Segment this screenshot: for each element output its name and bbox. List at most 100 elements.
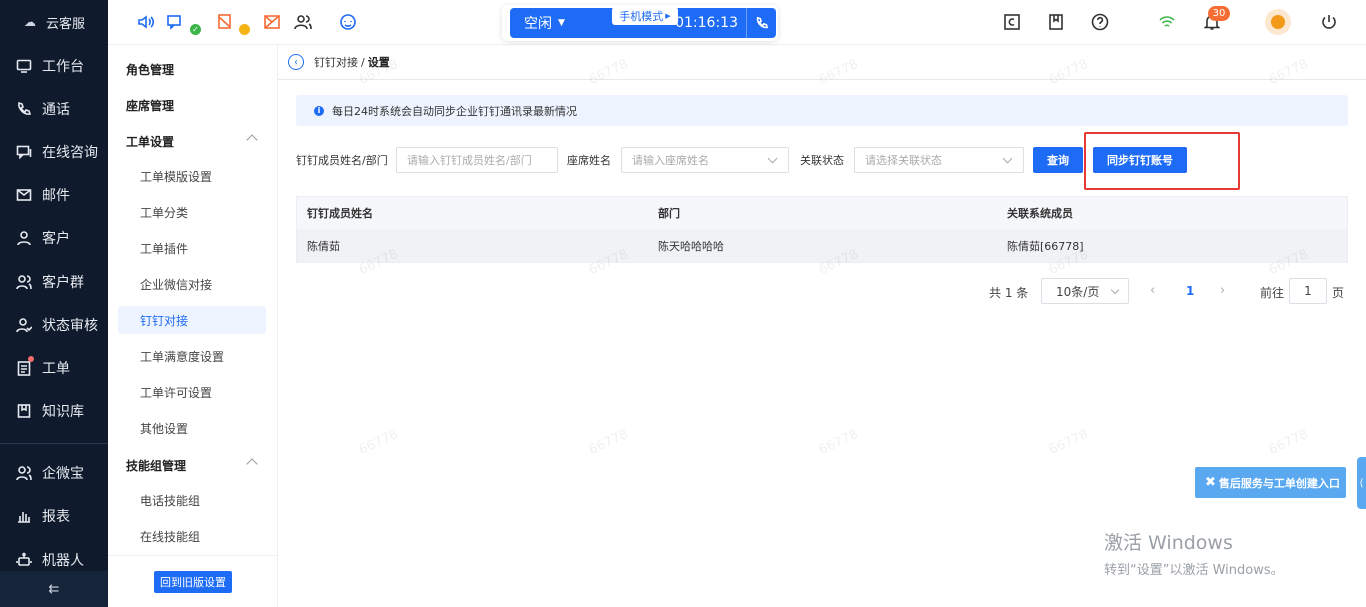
- user-check-icon: [16, 318, 32, 333]
- nav-collapse-button[interactable]: ⇇: [0, 571, 108, 607]
- user-avatar[interactable]: [1265, 9, 1291, 35]
- power-icon[interactable]: [1320, 13, 1338, 31]
- agent-name-select[interactable]: 请输入座席姓名: [621, 147, 789, 173]
- submenu-online-skill-group[interactable]: 在线技能组: [118, 522, 266, 550]
- submenu-footer: 回到旧版设置: [108, 555, 278, 607]
- bar-chart-icon: [18, 512, 30, 523]
- submenu-ticket-plugin[interactable]: 工单插件: [118, 234, 266, 262]
- main-content: ‹ 钉钉对接 / 设置 i 每日24时系统会自动同步企业钉钉通讯录最新情况 钉钉…: [278, 45, 1366, 607]
- table-row[interactable]: 陈倩茹 陈天哈哈哈哈 陈倩茹[66778]: [297, 229, 1347, 262]
- member-search-input[interactable]: 请输入钉钉成员姓名/部门: [396, 147, 558, 173]
- query-button[interactable]: 查询: [1033, 147, 1083, 173]
- monitor-icon: [16, 59, 32, 73]
- agent-status-dropdown[interactable]: 空闲 ▼: [510, 8, 618, 38]
- close-icon[interactable]: ✖: [1205, 475, 1216, 490]
- windows-activation-hint: 转到“设置”以激活 Windows。: [1104, 563, 1284, 578]
- submenu-ticket-category[interactable]: 工单分类: [118, 198, 266, 226]
- busy-clock-badge-icon: [239, 24, 250, 35]
- submenu-label: 工单分类: [140, 205, 189, 220]
- pagination-total: 共 1 条: [989, 286, 1029, 300]
- nav-item-ticket[interactable]: 工单: [0, 353, 108, 383]
- book-icon: [17, 404, 31, 418]
- users-icon: [16, 466, 32, 481]
- phone-icon: [756, 16, 768, 29]
- nav-item-status-review[interactable]: 状态审核: [0, 310, 108, 340]
- submenu-role-management[interactable]: 角色管理: [118, 55, 266, 83]
- caret-down-icon: ▼: [558, 18, 565, 28]
- users-icon[interactable]: [294, 13, 312, 31]
- primary-nav: ☁ 云客服 工作台 通话 在线咨询 邮件 客户 客户群 状态审核 工单 知识库 …: [0, 0, 108, 607]
- dial-button[interactable]: [746, 8, 776, 38]
- prev-page-icon[interactable]: ‹: [1150, 283, 1155, 298]
- nav-item-label: 工单: [42, 361, 70, 377]
- settings-submenu: 角色管理 座席管理 工单设置 工单模版设置 工单分类 工单插件 企业微信对接 钉…: [108, 45, 278, 607]
- ticket-status-icon[interactable]: [216, 13, 234, 31]
- nav-item-workbench[interactable]: 工作台: [0, 51, 108, 81]
- side-panel-toggle[interactable]: ⟨: [1357, 457, 1366, 509]
- nav-item-label: 客户: [42, 231, 70, 247]
- brand: ☁ 云客服: [0, 0, 108, 44]
- mail-status-icon[interactable]: [263, 13, 281, 31]
- back-to-old-settings-button[interactable]: 回到旧版设置: [154, 570, 232, 593]
- after-sale-entry-button[interactable]: ✖ 售后服务与工单创建入口: [1195, 467, 1346, 498]
- nav-item-mail[interactable]: 邮件: [0, 180, 108, 210]
- watermark: 66778: [586, 426, 631, 459]
- nav-item-label: 报表: [42, 509, 70, 525]
- chevron-down-icon: [767, 153, 778, 164]
- chat-status-icon[interactable]: [166, 13, 184, 31]
- submenu-label: 工单满意度设置: [140, 349, 225, 364]
- users-icon: [16, 275, 32, 290]
- submenu-dingtalk-integration[interactable]: 钉钉对接: [118, 306, 266, 334]
- wifi-icon: [1158, 13, 1176, 31]
- goto-page-value: 1: [1304, 284, 1312, 298]
- nav-item-customer-group[interactable]: 客户群: [0, 267, 108, 297]
- ticket-icon: [17, 361, 31, 376]
- member-search-placeholder: 请输入钉钉成员姓名/部门: [407, 154, 532, 167]
- current-page[interactable]: 1: [1186, 284, 1194, 298]
- nav-item-reports[interactable]: 报表: [0, 501, 108, 531]
- page-size-select[interactable]: 10条/页: [1041, 278, 1129, 304]
- phone-mode-label: 手机模式: [619, 10, 664, 23]
- chevron-up-icon: [246, 458, 258, 470]
- chat-icon: [16, 145, 32, 160]
- speaker-icon[interactable]: [136, 13, 154, 31]
- submenu-ticket-satisfaction[interactable]: 工单满意度设置: [118, 342, 266, 370]
- submenu-phone-skill-group[interactable]: 电话技能组: [118, 486, 266, 514]
- nav-item-label: 邮件: [42, 188, 70, 204]
- table-cell: 陈天哈哈哈哈: [658, 239, 724, 253]
- submenu-ticket-settings[interactable]: 工单设置: [118, 127, 266, 155]
- breadcrumb: ‹ 钉钉对接 / 设置: [278, 45, 1366, 80]
- phone-mode-toggle[interactable]: 手机模式 ▶: [612, 7, 678, 25]
- submenu-wecom-integration[interactable]: 企业微信对接: [118, 270, 266, 298]
- submenu-other-settings[interactable]: 其他设置: [118, 414, 266, 442]
- nav-item-calls[interactable]: 通话: [0, 94, 108, 124]
- watermark: 66778: [356, 426, 401, 459]
- nav-item-wecom[interactable]: 企微宝: [0, 458, 108, 488]
- goto-page-input[interactable]: 1: [1289, 278, 1327, 304]
- submenu-ticket-template[interactable]: 工单模版设置: [118, 162, 266, 190]
- submenu-label: 工单插件: [140, 241, 189, 256]
- nav-item-label: 状态审核: [42, 318, 98, 334]
- submenu-ticket-license[interactable]: 工单许可设置: [118, 378, 266, 406]
- breadcrumb-parent[interactable]: 钉钉对接: [314, 54, 358, 70]
- brand-logo-icon: ☁: [24, 15, 36, 29]
- nav-item-online-chat[interactable]: 在线咨询: [0, 137, 108, 167]
- customer-service-icon[interactable]: [339, 13, 357, 31]
- submenu-label: 钉钉对接: [140, 313, 189, 328]
- phone-icon: [18, 101, 32, 115]
- nav-item-customer[interactable]: 客户: [0, 223, 108, 253]
- help-icon[interactable]: [1091, 13, 1109, 31]
- avatar-face-icon: [1271, 15, 1285, 29]
- bookmark-icon[interactable]: [1047, 13, 1065, 31]
- table-header-row: 钉钉成员姓名 部门 关联系统成员: [297, 197, 1347, 229]
- collapse-icon: ⇇: [48, 581, 60, 597]
- submenu-skill-group-management[interactable]: 技能组管理: [118, 451, 266, 479]
- pagination: 共 1 条 10条/页 ‹ 1 › 前往 1 页: [278, 278, 1366, 304]
- submenu-agent-management[interactable]: 座席管理: [118, 91, 266, 119]
- back-arrow-icon[interactable]: ‹: [288, 54, 304, 70]
- copyright-icon[interactable]: [1003, 13, 1021, 31]
- nav-item-knowledge-base[interactable]: 知识库: [0, 396, 108, 426]
- link-status-select[interactable]: 请选择关联状态: [854, 147, 1024, 173]
- next-page-icon[interactable]: ›: [1220, 283, 1225, 298]
- agent-status-value: 空闲: [524, 16, 552, 32]
